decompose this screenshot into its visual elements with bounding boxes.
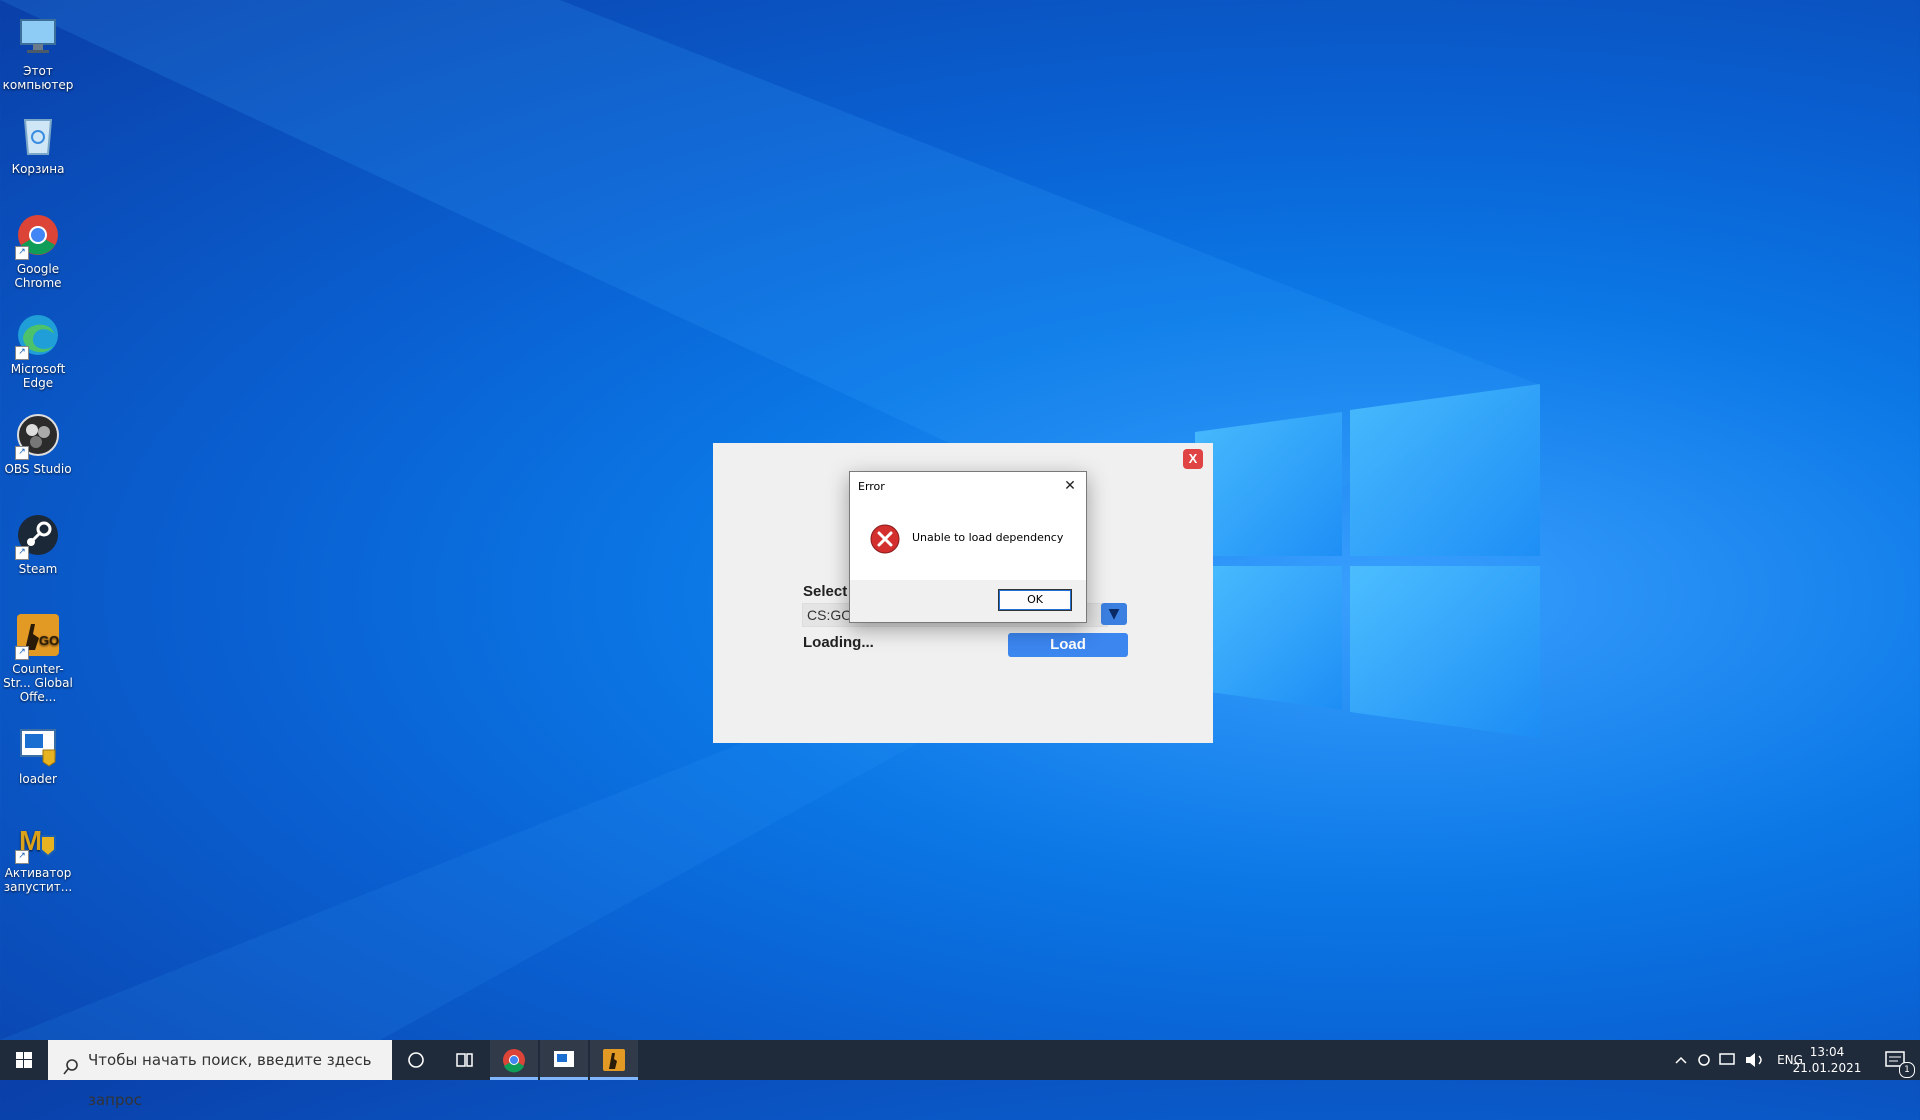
loader-icon bbox=[554, 1051, 574, 1067]
logo-pane-tl bbox=[1195, 412, 1342, 556]
system-tray bbox=[1670, 1040, 1780, 1080]
close-icon[interactable]: ✕ bbox=[1060, 476, 1080, 496]
desktop-icon-obs[interactable]: ↗ OBS Studio bbox=[0, 408, 76, 476]
task-view-icon bbox=[456, 1053, 473, 1067]
cortana-icon bbox=[408, 1052, 424, 1068]
logo-pane-br bbox=[1350, 566, 1540, 738]
volume-icon bbox=[1746, 1053, 1755, 1067]
chevron-up-icon bbox=[1675, 1056, 1687, 1064]
desktop-icon-recycle-bin[interactable]: Корзина bbox=[0, 108, 76, 176]
desktop-icon-label: OBS Studio bbox=[4, 462, 72, 476]
recycle-bin-icon bbox=[15, 112, 61, 158]
clock[interactable]: 13:04 21.01.2021 bbox=[1792, 1044, 1862, 1076]
desktop-icon-chrome[interactable]: ↗ Google Chrome bbox=[0, 208, 76, 290]
taskbar-csgo[interactable] bbox=[590, 1040, 638, 1080]
desktop-icon-activator[interactable]: M ↗ Активатор запустит... bbox=[0, 812, 76, 894]
loader-close-button[interactable]: X bbox=[1183, 449, 1203, 469]
logo-pane-tr bbox=[1350, 384, 1540, 556]
select-label: Select bbox=[803, 583, 848, 600]
desktop-icon-label: Корзина bbox=[11, 162, 65, 176]
desktop-icon-label: Steam bbox=[18, 562, 58, 576]
desktop-icon-label: Counter-Str... Global Offe... bbox=[3, 662, 73, 704]
desktop-icon-loader[interactable]: loader bbox=[0, 718, 76, 786]
csgo-icon: GO ↗ bbox=[15, 612, 61, 660]
search-placeholder: Чтобы начать поиск, введите здесь запрос bbox=[88, 1051, 372, 1109]
taskbar-search[interactable]: Чтобы начать поиск, введите здесь запрос bbox=[48, 1040, 392, 1109]
activator-icon: M ↗ bbox=[15, 816, 61, 864]
load-button[interactable]: Load bbox=[1008, 633, 1128, 657]
desktop-icon-label: Этот компьютер bbox=[2, 64, 74, 92]
desktop-icon-label: Активатор запустит... bbox=[3, 866, 73, 894]
clock-date: 21.01.2021 bbox=[1792, 1061, 1862, 1075]
windows-logo-icon bbox=[16, 1052, 32, 1068]
task-view-button[interactable] bbox=[440, 1040, 488, 1080]
chrome-icon: ↗ bbox=[15, 212, 61, 260]
taskbar-chrome[interactable] bbox=[490, 1040, 538, 1080]
steam-icon: ↗ bbox=[15, 512, 61, 560]
svg-text:GO: GO bbox=[39, 633, 59, 648]
desktop-icon-label: Google Chrome bbox=[14, 262, 62, 290]
desktop-icon-edge[interactable]: ↗ Microsoft Edge bbox=[0, 308, 76, 390]
taskbar: Чтобы начать поиск, введите здесь запрос… bbox=[0, 1040, 1920, 1109]
edge-icon: ↗ bbox=[15, 312, 61, 360]
dialog-title: Error bbox=[858, 480, 885, 493]
taskbar-loader[interactable] bbox=[540, 1040, 588, 1080]
this-pc-icon bbox=[15, 14, 61, 60]
desktop-icon-csgo[interactable]: GO ↗ Counter-Str... Global Offe... bbox=[0, 608, 76, 704]
csgo-icon bbox=[603, 1049, 625, 1071]
error-dialog: Error ✕ Unable to load dependency OK bbox=[849, 471, 1087, 623]
logo-pane-bl bbox=[1195, 566, 1342, 710]
steam-tray-icon bbox=[1698, 1054, 1710, 1066]
desktop-icon-steam[interactable]: ↗ Steam bbox=[0, 508, 76, 576]
error-icon bbox=[870, 524, 900, 554]
cortana-button[interactable] bbox=[392, 1040, 440, 1080]
desktop-icon-label: Microsoft Edge bbox=[10, 362, 66, 390]
loader-icon bbox=[15, 722, 61, 768]
network-icon bbox=[1719, 1053, 1735, 1065]
desktop-icon-this-pc[interactable]: Этот компьютер bbox=[0, 10, 76, 92]
dialog-footer: OK bbox=[850, 580, 1086, 622]
dropdown-arrow-icon[interactable]: ▼ bbox=[1101, 603, 1127, 625]
clock-time: 13:04 bbox=[1809, 1045, 1845, 1059]
obs-icon: ↗ bbox=[15, 412, 61, 460]
start-button[interactable] bbox=[0, 1040, 48, 1080]
dialog-message: Unable to load dependency bbox=[912, 531, 1064, 544]
desktop-icon-label: loader bbox=[19, 772, 57, 786]
search-icon bbox=[62, 1051, 80, 1075]
chrome-icon bbox=[503, 1049, 525, 1073]
loading-status: Loading... bbox=[803, 634, 874, 651]
notification-button[interactable]: 1 bbox=[1876, 1040, 1916, 1080]
ok-button[interactable]: OK bbox=[998, 589, 1072, 611]
notification-count: 1 bbox=[1899, 1062, 1915, 1078]
